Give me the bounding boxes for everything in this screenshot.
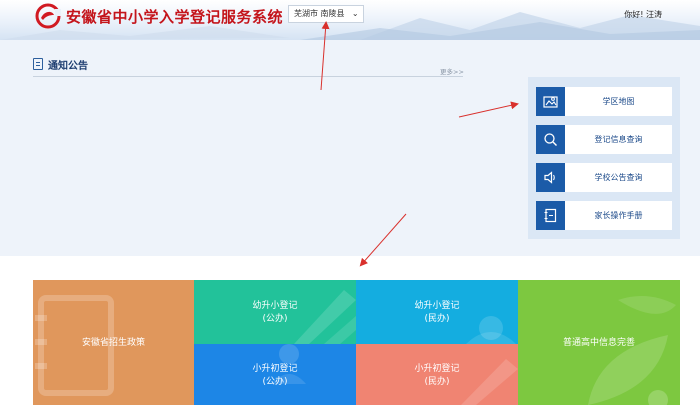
user-greeting[interactable]: 你好! 汪涛 bbox=[624, 9, 662, 20]
search-icon bbox=[536, 125, 565, 154]
tile-sublabel: (公办) bbox=[262, 377, 288, 387]
app-title: 安徽省中小学入学登记服务系统 bbox=[66, 8, 284, 26]
tile-kindergarten-to-primary-private[interactable]: 幼升小登记 (民办) bbox=[356, 280, 518, 344]
quick-link-label: 学校公告查询 bbox=[594, 173, 643, 182]
map-icon bbox=[536, 87, 565, 116]
tile-kindergarten-to-primary-public[interactable]: 幼升小登记 (公办) bbox=[194, 280, 356, 344]
region-selector[interactable]: 芜湖市 南陵县 ⌄ bbox=[288, 5, 364, 23]
tile-primary-to-middle-private[interactable]: 小升初登记 (民办) bbox=[356, 344, 518, 405]
tile-label: 小升初登记 bbox=[252, 364, 298, 374]
quick-link-registration-query[interactable]: 登记信息查询 bbox=[536, 125, 672, 154]
tile-enrollment-policy[interactable]: 安徽省招生政策 bbox=[33, 280, 194, 405]
notice-title: 通知公告 bbox=[48, 61, 88, 72]
tile-high-school-info[interactable]: 普通高中信息完善 bbox=[518, 280, 680, 405]
tile-sublabel: (民办) bbox=[424, 314, 450, 324]
manual-icon bbox=[536, 201, 565, 230]
header-banner: 安徽省中小学入学登记服务系统 芜湖市 南陵县 ⌄ 你好! 汪涛 bbox=[0, 0, 700, 40]
quick-link-label: 登记信息查询 bbox=[594, 135, 643, 144]
tile-primary-to-middle-public[interactable]: 小升初登记 (公办) bbox=[194, 344, 356, 405]
tile-label: 普通高中信息完善 bbox=[562, 338, 635, 348]
quick-link-school-notice[interactable]: 学校公告查询 bbox=[536, 163, 672, 192]
region-value: 芜湖市 南陵县 bbox=[294, 9, 345, 18]
logo-icon bbox=[35, 3, 61, 29]
notice-section: 通知公告 更多>> 学区地图 登记信息查询 学校公告查询 家长操作手册 bbox=[0, 40, 700, 256]
quick-link-label: 家长操作手册 bbox=[594, 211, 643, 220]
quick-link-label: 学区地图 bbox=[602, 97, 635, 106]
quick-link-parent-manual[interactable]: 家长操作手册 bbox=[536, 201, 672, 230]
tile-sublabel: (民办) bbox=[424, 377, 450, 387]
tile-sublabel: (公办) bbox=[262, 314, 288, 324]
tile-label: 幼升小登记 bbox=[252, 301, 298, 311]
tile-label: 幼升小登记 bbox=[414, 301, 460, 311]
tile-label: 安徽省招生政策 bbox=[81, 338, 145, 348]
speaker-icon bbox=[536, 163, 565, 192]
notice-divider bbox=[33, 76, 463, 77]
notice-more-link[interactable]: 更多>> bbox=[440, 66, 464, 76]
chevron-down-icon: ⌄ bbox=[351, 9, 359, 18]
notice-icon bbox=[33, 58, 43, 70]
quick-links-panel: 学区地图 登记信息查询 学校公告查询 家长操作手册 bbox=[528, 77, 680, 239]
tile-label: 小升初登记 bbox=[414, 364, 460, 374]
quick-link-district-map[interactable]: 学区地图 bbox=[536, 87, 672, 116]
